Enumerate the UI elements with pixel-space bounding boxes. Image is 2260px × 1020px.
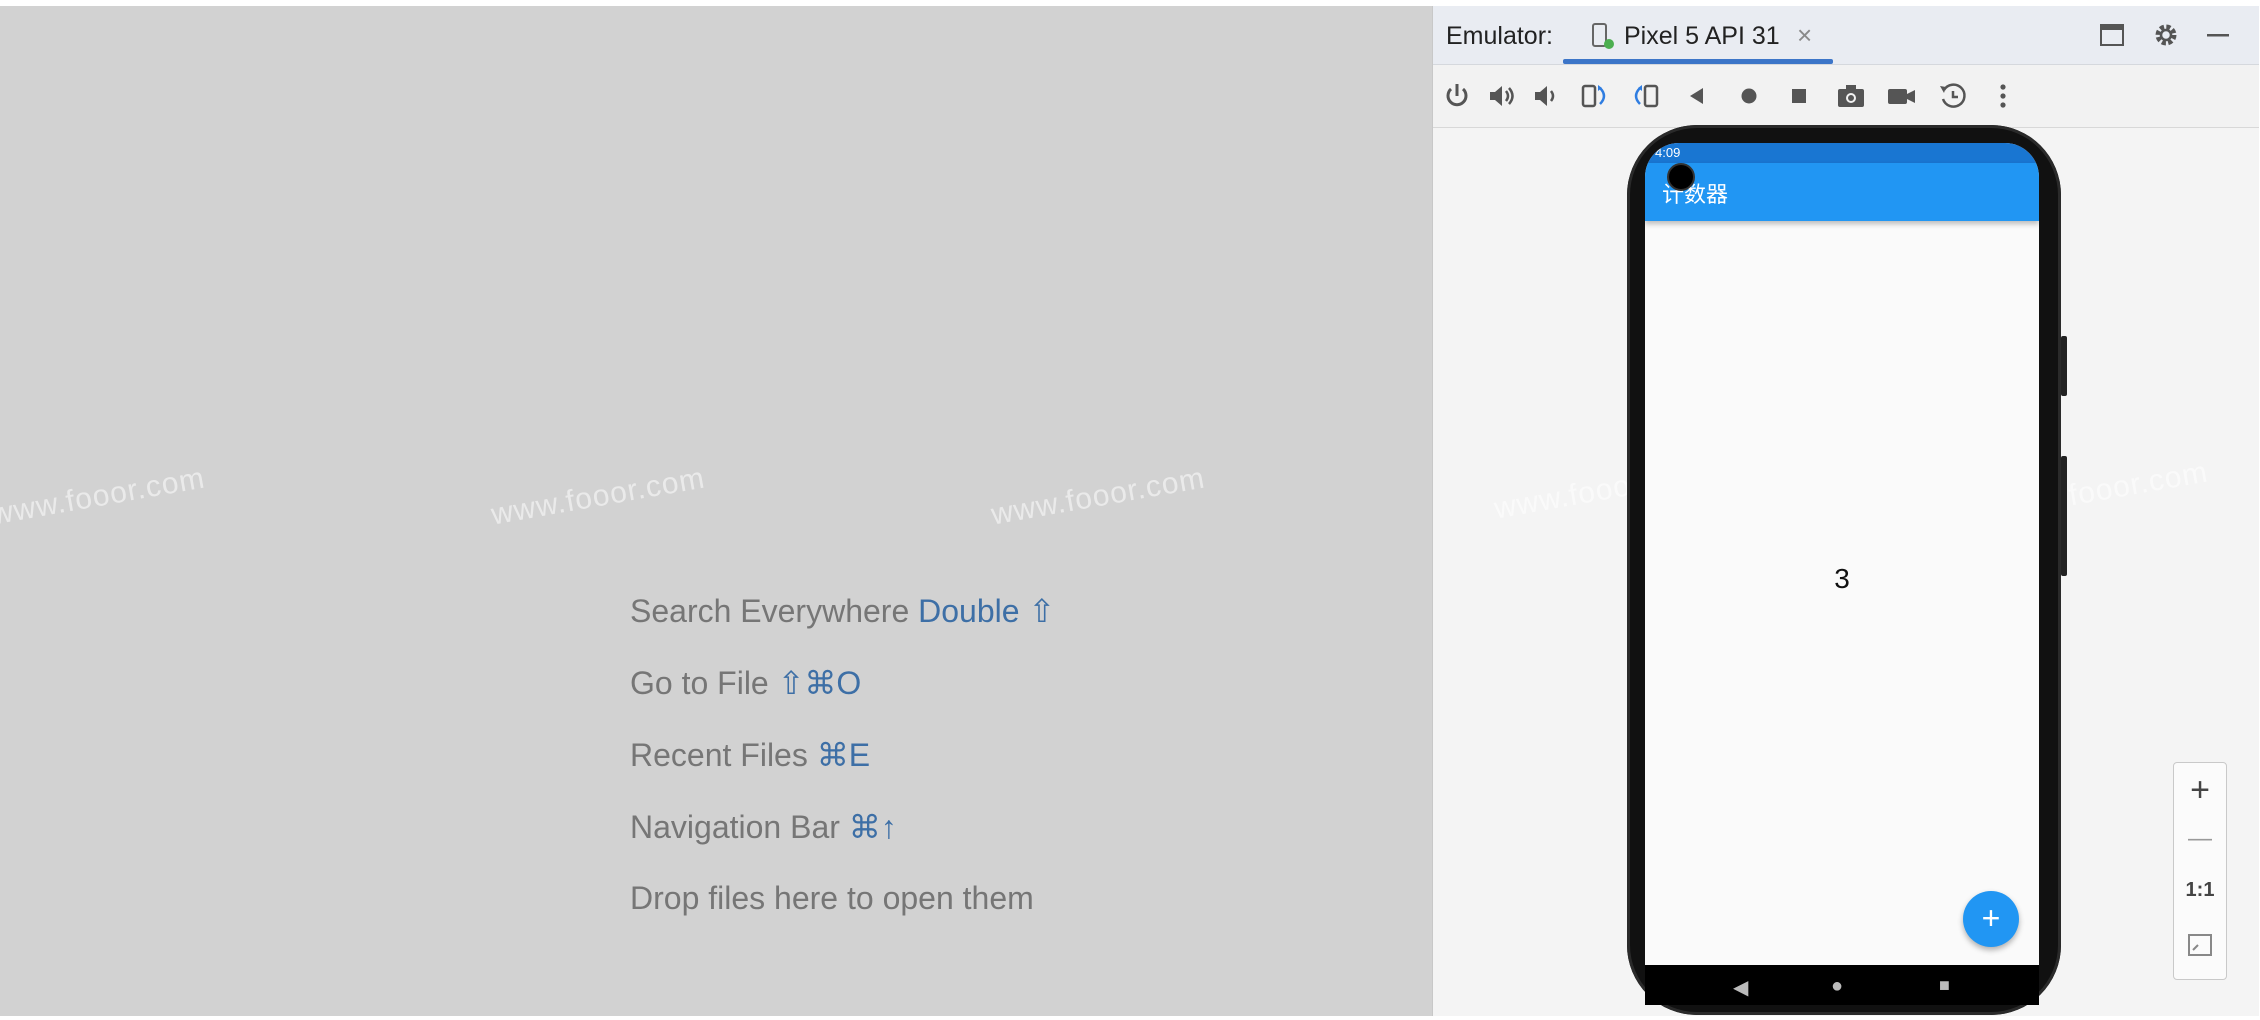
snapshot-icon[interactable] <box>1937 80 1969 112</box>
watermark: www.fooor.com <box>488 461 708 532</box>
overview-icon[interactable] <box>1783 80 1815 112</box>
device-icon <box>1592 23 1614 49</box>
rotate-right-icon[interactable] <box>1629 80 1661 112</box>
nav-recents-button[interactable]: ■ <box>1939 975 1950 996</box>
emulator-label: Emulator: <box>1446 22 1553 50</box>
minimize-icon[interactable] <box>2203 20 2233 50</box>
shortcut-label: ⇧⌘O <box>777 665 862 701</box>
counter-value: 3 <box>1834 563 1850 594</box>
zoom-out-button[interactable]: — <box>2174 825 2226 853</box>
nav-back-button[interactable]: ◀ <box>1733 975 1748 1000</box>
gear-icon[interactable] <box>2151 20 2181 50</box>
hint-go-to-file: Go to File ⇧⌘O <box>630 665 862 701</box>
status-bar: 4:09 <box>1645 143 2039 163</box>
emulator-header: Emulator: Pixel 5 API 31 × <box>1433 6 2259 65</box>
android-nav-bar: ◀ ● ■ <box>1645 965 2039 1005</box>
phone-volume-button <box>2061 456 2067 576</box>
hint-recent-files: Recent Files ⌘E <box>630 737 871 773</box>
more-icon[interactable] <box>1987 80 2019 112</box>
shortcut-label: ⌘E <box>816 737 871 773</box>
app-bar: 计数器 <box>1645 163 2039 221</box>
hint-search-everywhere: Search Everywhere Double ⇧ <box>630 593 1056 629</box>
active-tab-indicator <box>1563 59 1833 64</box>
phone-frame: 4:09 计数器 3 + ◀ ● ■ <box>1627 125 2061 1015</box>
nav-home-button[interactable]: ● <box>1831 975 1843 998</box>
emulator-panel: www.fooor.com www.fooor.com Emulator: Pi… <box>1432 6 2259 1016</box>
hint-drop-files: Drop files here to open them <box>630 880 1034 916</box>
screenshot-icon[interactable] <box>1835 80 1867 112</box>
home-icon[interactable] <box>1733 80 1765 112</box>
tab-pixel-5-api-31[interactable]: Pixel 5 API 31 × <box>1563 6 1833 64</box>
volume-up-icon[interactable] <box>1485 80 1517 112</box>
power-icon[interactable] <box>1441 80 1473 112</box>
zoom-actual-size-button[interactable]: 1:1 <box>2174 879 2226 902</box>
window-layout-icon[interactable] <box>2097 20 2127 50</box>
hint-navigation-bar: Navigation Bar ⌘↑ <box>630 809 897 845</box>
tab-title: Pixel 5 API 31 <box>1624 22 1780 50</box>
front-camera <box>1667 163 1695 191</box>
shortcut-label: ⌘↑ <box>848 809 897 845</box>
close-tab-icon[interactable]: × <box>1797 20 1812 51</box>
rotate-left-icon[interactable] <box>1579 80 1611 112</box>
volume-down-icon[interactable] <box>1529 80 1561 112</box>
screen-record-icon[interactable] <box>1885 80 1917 112</box>
watermark: www.fooor.com <box>988 461 1208 532</box>
zoom-in-button[interactable]: + <box>2174 771 2226 810</box>
emulator-toolbar <box>1433 65 2259 128</box>
editor-empty-area: www.fooor.com www.fooor.com www.fooor.co… <box>0 6 1432 1016</box>
device-screen[interactable]: 4:09 计数器 3 + <box>1645 143 2039 965</box>
watermark: www.fooor.com <box>0 461 208 532</box>
status-time: 4:09 <box>1655 145 1681 160</box>
shortcut-label: Double ⇧ <box>918 593 1056 629</box>
zoom-fit-screen-icon[interactable] <box>2186 931 2214 959</box>
phone-power-button <box>2061 336 2067 396</box>
zoom-controls: + — 1:1 <box>2173 762 2227 980</box>
increment-fab-button[interactable]: + <box>1963 891 2019 947</box>
back-icon[interactable] <box>1681 80 1713 112</box>
